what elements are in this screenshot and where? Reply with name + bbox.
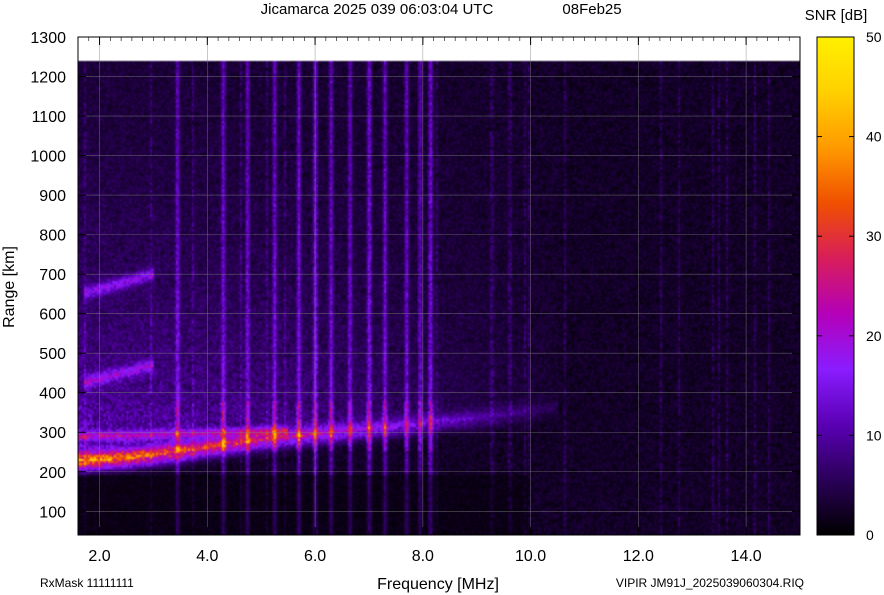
plot-area: 2.0 4.0 6.0 8.0 10.0 12.0 14.0 100 200 300 400 500… xyxy=(30,30,801,565)
y-tick-label: 400 xyxy=(39,386,66,403)
y-tick-label: 1300 xyxy=(30,30,66,47)
x-tick-label: 6.0 xyxy=(304,548,326,565)
y-tick-label: 1000 xyxy=(30,149,66,166)
x-tick-label: 10.0 xyxy=(515,548,546,565)
colorbar-gradient xyxy=(816,36,855,536)
x-tick-label: 12.0 xyxy=(623,548,654,565)
y-tick-label: 700 xyxy=(39,267,66,284)
colorbar-tick-label: 40 xyxy=(866,129,882,145)
y-tick-label: 100 xyxy=(39,504,66,521)
colorbar-label: SNR [dB] xyxy=(805,7,868,24)
y-tick-label: 1200 xyxy=(30,70,66,87)
y-tick-label: 600 xyxy=(39,307,66,324)
y-tick-label: 200 xyxy=(39,465,66,482)
colorbar-tick-label: 20 xyxy=(866,328,882,344)
snr-heatmap xyxy=(78,37,800,535)
date-label: 08Feb25 xyxy=(562,1,621,18)
y-tick-label: 300 xyxy=(39,425,66,442)
ionogram-chart: Jicamarca 2025 039 06:03:04 UTC 08Feb25 … xyxy=(1,1,882,593)
x-tick-label: 8.0 xyxy=(412,548,434,565)
colorbar-tick-label: 0 xyxy=(866,527,874,543)
colorbar-tick-label: 10 xyxy=(866,427,882,443)
colorbar: 0 10 20 30 40 50 xyxy=(816,29,882,543)
x-axis-label: Frequency [MHz] xyxy=(377,576,499,593)
x-tick-label: 14.0 xyxy=(731,548,762,565)
colorbar-tick-label: 50 xyxy=(866,29,882,45)
file-name-label: VIPIR JM91J_2025039060304.RIQ xyxy=(616,576,804,590)
y-tick-label: 500 xyxy=(39,346,66,363)
colorbar-tick-label: 30 xyxy=(866,228,882,244)
y-tick-label: 800 xyxy=(39,228,66,245)
y-tick-label: 1100 xyxy=(32,109,67,126)
x-tick-label: 4.0 xyxy=(196,548,218,565)
rx-mask-label: RxMask 11111111 xyxy=(40,576,134,590)
y-tick-label: 900 xyxy=(39,188,66,205)
y-axis-label: Range [km] xyxy=(1,246,18,328)
x-tick-label: 2.0 xyxy=(88,548,110,565)
chart-title: Jicamarca 2025 039 06:03:04 UTC xyxy=(261,1,494,18)
